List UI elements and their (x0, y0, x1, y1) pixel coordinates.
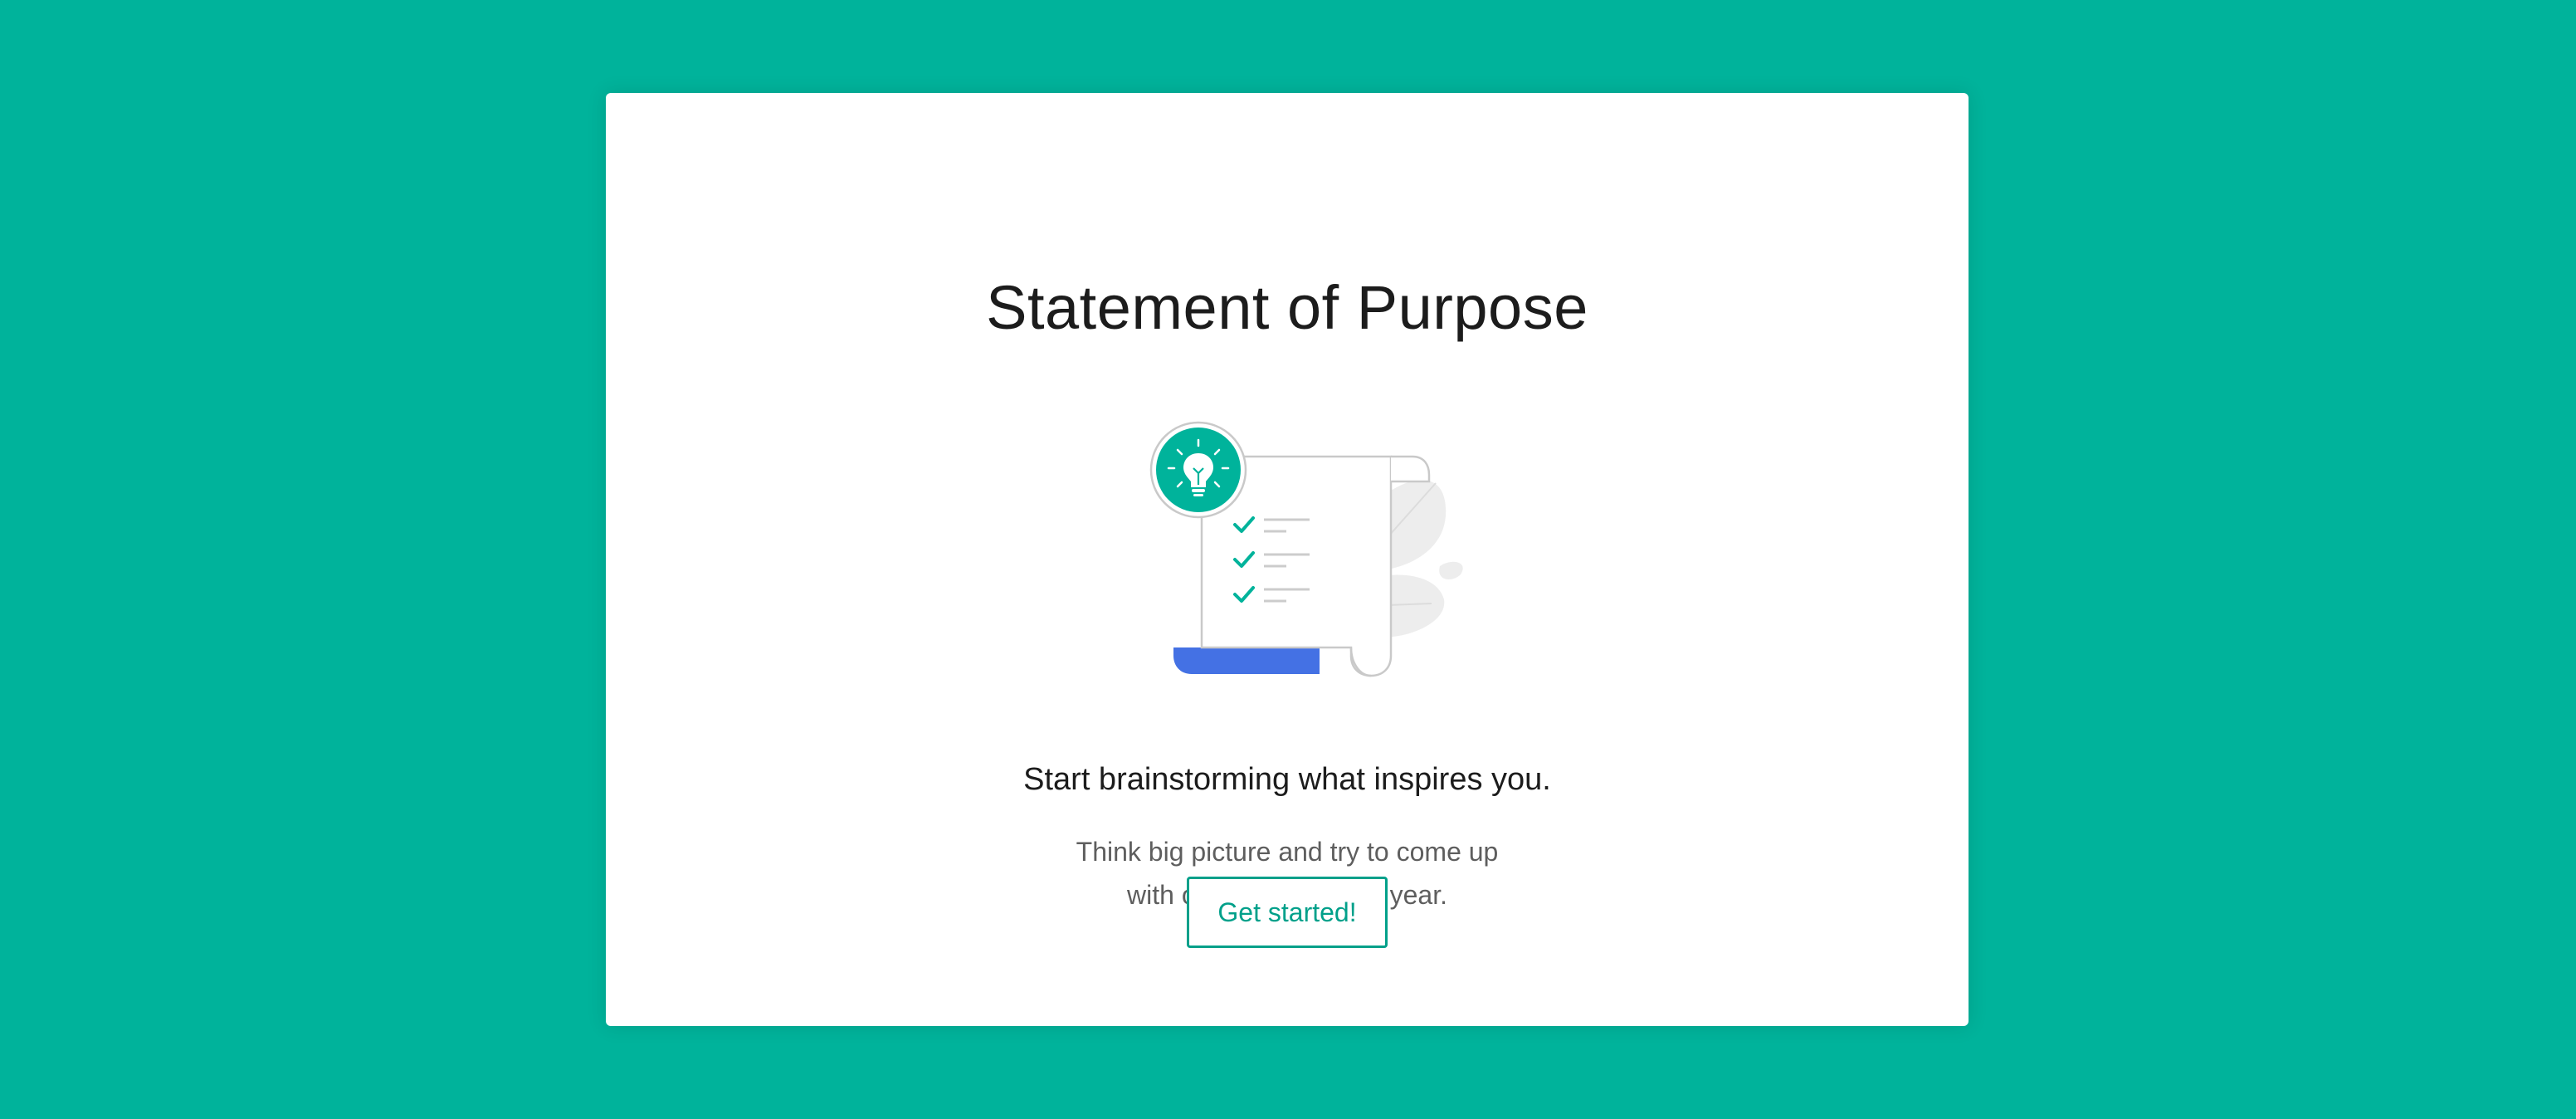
onboarding-card: Statement of Purpose Start brainstorming… (606, 93, 1969, 1026)
lightbulb-icon (1149, 421, 1247, 519)
get-started-button[interactable]: Get started! (1187, 877, 1388, 948)
description-line: Think big picture and try to come up (1076, 837, 1499, 867)
scroll-illustration (1149, 421, 1463, 677)
scroll-base (1173, 647, 1320, 674)
card-subtitle: Start brainstorming what inspires you. (1023, 762, 1551, 797)
